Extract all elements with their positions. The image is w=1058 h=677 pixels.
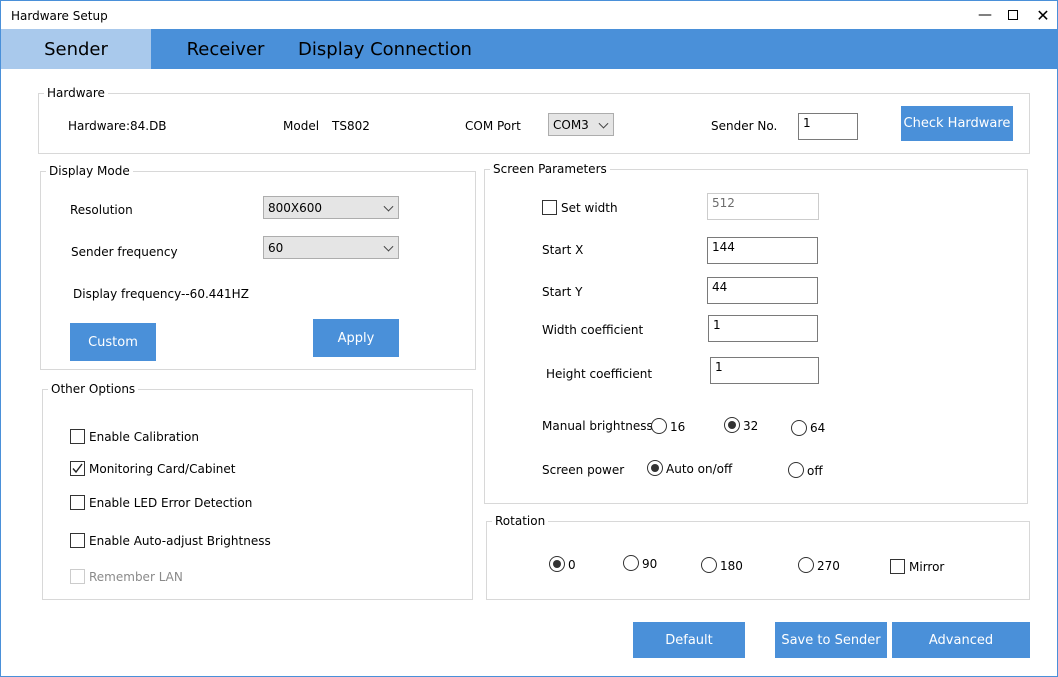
start-y-input[interactable]: 44	[707, 277, 818, 304]
remember-lan-label: Remember LAN	[89, 570, 183, 584]
screen-power-label: Screen power	[542, 463, 625, 477]
enable-calibration-checkbox[interactable]	[70, 429, 85, 444]
start-x-input[interactable]: 144	[707, 237, 818, 264]
height-coefficient-label: Height coefficient	[546, 367, 653, 381]
model-label: Model	[283, 119, 320, 133]
sender-frequency-label: Sender frequency	[71, 245, 178, 259]
auto-brightness-checkbox[interactable]	[70, 533, 85, 548]
default-button[interactable]: Default	[633, 622, 745, 658]
other-options-group	[42, 389, 473, 600]
close-button[interactable]: ✕	[1028, 4, 1058, 26]
rotation-radio-180[interactable]	[701, 557, 717, 573]
brightness-radio-16[interactable]	[651, 418, 667, 434]
sender-no-input[interactable]: 1	[798, 113, 858, 140]
led-error-detection-label: Enable LED Error Detection	[89, 496, 253, 510]
brightness-option-64: 64	[810, 421, 826, 435]
start-y-label: Start Y	[542, 285, 583, 299]
power-option-off: off	[807, 464, 823, 478]
tab-bar	[1, 29, 1057, 69]
resolution-value: 800X600	[268, 200, 323, 215]
radio-selected-icon	[553, 560, 561, 568]
chevron-down-icon	[598, 118, 609, 129]
com-port-select[interactable]: COM3	[548, 113, 614, 136]
power-option-auto: Auto on/off	[666, 462, 733, 476]
sender-frequency-value: 60	[268, 240, 284, 255]
rotation-radio-270[interactable]	[798, 557, 814, 573]
mirror-label: Mirror	[909, 560, 945, 574]
check-hardware-button[interactable]: Check Hardware	[901, 106, 1013, 141]
brightness-option-16: 16	[670, 420, 686, 434]
hardware-version: Hardware:84.DB	[68, 119, 167, 133]
tab-display-connection[interactable]: Display Connection	[295, 29, 475, 69]
window-title: Hardware Setup	[11, 9, 108, 23]
advanced-button[interactable]: Advanced	[892, 622, 1030, 658]
checkmark-icon	[72, 463, 83, 474]
tab-receiver[interactable]: Receiver	[168, 29, 283, 69]
power-radio-off[interactable]	[788, 462, 804, 478]
rotation-option-90: 90	[642, 557, 658, 571]
remember-lan-checkbox[interactable]	[70, 569, 85, 584]
save-to-sender-button[interactable]: Save to Sender	[775, 622, 887, 658]
height-coefficient-input[interactable]: 1	[710, 357, 819, 384]
com-port-label: COM Port	[465, 119, 521, 133]
monitoring-card-checkbox[interactable]	[70, 461, 85, 476]
minimize-button[interactable]: —	[970, 4, 1000, 26]
close-icon: ✕	[1036, 5, 1050, 25]
rotation-legend: Rotation	[492, 514, 549, 528]
led-error-detection-checkbox[interactable]	[70, 495, 85, 510]
model-value: TS802	[332, 119, 370, 133]
set-width-label: Set width	[561, 201, 618, 215]
sender-frequency-select[interactable]: 60	[263, 236, 399, 259]
enable-calibration-label: Enable Calibration	[89, 430, 199, 444]
power-radio-auto[interactable]	[647, 460, 663, 476]
hardware-group	[38, 93, 1030, 154]
tab-sender[interactable]: Sender	[1, 29, 151, 69]
brightness-radio-32[interactable]	[724, 417, 740, 433]
com-port-value: COM3	[553, 117, 589, 132]
brightness-option-32: 32	[743, 419, 759, 433]
resolution-select[interactable]: 800X600	[263, 196, 399, 219]
rotation-option-270: 270	[817, 559, 840, 573]
minimize-icon: —	[978, 7, 992, 23]
screen-parameters-legend: Screen Parameters	[490, 162, 610, 176]
resolution-label: Resolution	[70, 203, 133, 217]
apply-button[interactable]: Apply	[313, 319, 399, 357]
manual-brightness-label: Manual brightness:	[542, 419, 657, 433]
display-mode-legend: Display Mode	[46, 164, 133, 178]
auto-brightness-label: Enable Auto-adjust Brightness	[89, 534, 271, 548]
width-input[interactable]: 512	[707, 193, 819, 220]
width-coefficient-input[interactable]: 1	[708, 315, 818, 342]
start-x-label: Start X	[542, 243, 584, 257]
width-coefficient-label: Width coefficient	[542, 323, 644, 337]
hardware-legend: Hardware	[44, 86, 108, 100]
rotation-option-0: 0	[568, 558, 576, 572]
brightness-radio-64[interactable]	[791, 420, 807, 436]
monitoring-card-label: Monitoring Card/Cabinet	[89, 462, 236, 476]
radio-selected-icon	[651, 464, 659, 472]
rotation-radio-0[interactable]	[549, 556, 565, 572]
custom-button[interactable]: Custom	[70, 323, 156, 361]
radio-selected-icon	[728, 421, 736, 429]
sender-no-label: Sender No.	[711, 119, 778, 133]
chevron-down-icon	[383, 201, 394, 212]
other-options-legend: Other Options	[48, 382, 139, 396]
rotation-option-180: 180	[720, 559, 743, 573]
mirror-checkbox[interactable]	[890, 559, 905, 574]
rotation-radio-90[interactable]	[623, 555, 639, 571]
set-width-checkbox[interactable]	[542, 200, 557, 215]
chevron-down-icon	[383, 241, 394, 252]
display-frequency-text: Display frequency--60.441HZ	[73, 287, 249, 301]
maximize-button[interactable]	[998, 4, 1028, 26]
maximize-icon	[1008, 10, 1018, 20]
